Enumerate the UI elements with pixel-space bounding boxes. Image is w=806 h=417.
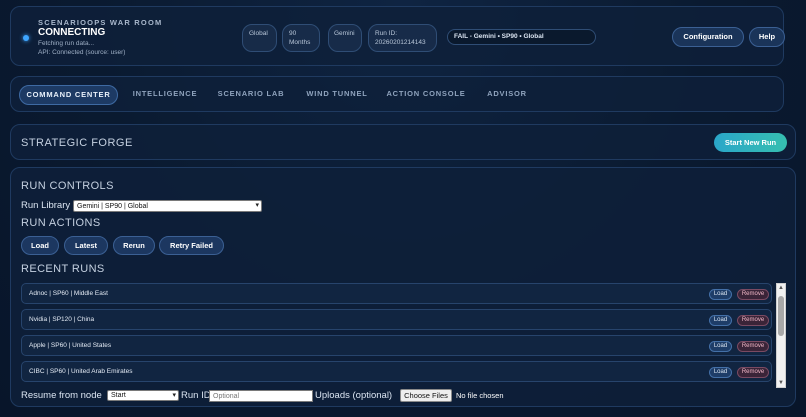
recent-run-row: Nvidia | SP120 | China Load Remove xyxy=(21,309,772,330)
help-button[interactable]: Help xyxy=(749,27,785,47)
api-status: API: Connected (source: user) xyxy=(38,49,126,56)
row-remove-button[interactable]: Remove xyxy=(737,367,769,378)
tab-scenario-lab[interactable]: SCENARIO LAB xyxy=(211,85,291,105)
scroll-down-icon[interactable]: ▼ xyxy=(777,379,785,387)
main-nav: COMMAND CENTER INTELLIGENCE SCENARIO LAB… xyxy=(10,76,784,112)
recent-run-row: Apple | SP60 | United States Load Remove xyxy=(21,335,772,356)
strategic-forge-panel: STRATEGIC FORGE Start New Run xyxy=(10,124,796,160)
recent-run-row: Adnoc | SP60 | Middle East Load Remove xyxy=(21,283,772,304)
load-button[interactable]: Load xyxy=(21,236,59,255)
model-value: Gemini xyxy=(334,30,355,37)
scope-value: Global xyxy=(249,30,268,37)
resume-node-select[interactable]: Start ▾ xyxy=(107,390,179,401)
chevron-down-icon: ▾ xyxy=(255,202,259,209)
tab-action-console[interactable]: ACTION CONSOLE xyxy=(381,85,471,105)
row-load-button[interactable]: Load xyxy=(709,315,732,326)
recent-run-row: CIBC | SP60 | United Arab Emirates Load … xyxy=(21,361,772,382)
connection-status-dot xyxy=(23,35,29,41)
configuration-button[interactable]: Configuration xyxy=(672,27,744,47)
resume-node-value: Start xyxy=(111,392,126,399)
run-library-label: Run Library xyxy=(21,200,71,211)
forge-title: STRATEGIC FORGE xyxy=(21,137,133,149)
tab-advisor[interactable]: ADVISOR xyxy=(481,85,533,105)
recent-runs-title: RECENT RUNS xyxy=(21,263,105,275)
recent-run-name: CIBC | SP60 | United Arab Emirates xyxy=(29,368,133,375)
choose-files-button[interactable]: Choose Files xyxy=(400,389,452,402)
scope-pill: Global xyxy=(242,24,277,52)
run-controls-panel: RUN CONTROLS Run Library Gemini | SP90 |… xyxy=(10,167,796,407)
model-pill: Gemini xyxy=(328,24,362,52)
latest-button[interactable]: Latest xyxy=(64,236,108,255)
chevron-down-icon: ▾ xyxy=(172,392,176,399)
run-id-input[interactable]: Optional xyxy=(209,390,313,402)
row-load-button[interactable]: Load xyxy=(709,341,732,352)
scroll-thumb[interactable] xyxy=(778,296,784,336)
run-library-value: Gemini | SP90 | Global xyxy=(77,203,148,210)
row-load-button[interactable]: Load xyxy=(709,289,732,300)
recent-run-name: Adnoc | SP60 | Middle East xyxy=(29,290,108,297)
recent-run-name: Apple | SP60 | United States xyxy=(29,342,112,349)
uploads-label: Uploads (optional) xyxy=(315,390,393,401)
app-kicker: SCENARIOOPS WAR ROOM xyxy=(38,18,163,27)
row-remove-button[interactable]: Remove xyxy=(737,289,769,300)
start-new-run-button[interactable]: Start New Run xyxy=(714,133,787,152)
tab-command-center[interactable]: COMMAND CENTER xyxy=(19,85,118,105)
horizon-pill: 90 Months xyxy=(282,24,320,52)
recent-runs-scrollbar[interactable]: ▲ ▼ xyxy=(776,283,786,388)
run-id-label: Run ID xyxy=(181,390,211,401)
retry-failed-button[interactable]: Retry Failed xyxy=(159,236,224,255)
resume-from-node-label: Resume from node xyxy=(21,390,102,401)
row-remove-button[interactable]: Remove xyxy=(737,315,769,326)
run-id-label: Run ID: xyxy=(375,30,398,37)
status-detail: Fetching run data... xyxy=(38,40,95,47)
scroll-up-icon[interactable]: ▲ xyxy=(777,284,785,292)
run-id-pill: Run ID: 20260201214143 xyxy=(368,24,437,52)
recent-run-name: Nvidia | SP120 | China xyxy=(29,316,95,323)
tab-intelligence[interactable]: INTELLIGENCE xyxy=(127,85,203,105)
connection-status: CONNECTING xyxy=(38,27,106,38)
run-summary: FAIL - Gemini • SP90 • Global xyxy=(447,29,596,45)
row-load-button[interactable]: Load xyxy=(709,367,732,378)
tab-wind-tunnel[interactable]: WIND TUNNEL xyxy=(299,85,375,105)
run-id-value: 20260201214143 xyxy=(375,39,426,46)
run-controls-title: RUN CONTROLS xyxy=(21,180,114,192)
run-library-select[interactable]: Gemini | SP90 | Global ▾ xyxy=(73,200,262,212)
horizon-value: 90 xyxy=(289,30,297,37)
horizon-unit: Months xyxy=(289,39,311,46)
row-remove-button[interactable]: Remove xyxy=(737,341,769,352)
app-header: SCENARIOOPS WAR ROOM CONNECTING Fetching… xyxy=(10,6,785,66)
run-actions-title: RUN ACTIONS xyxy=(21,217,101,229)
rerun-button[interactable]: Rerun xyxy=(113,236,155,255)
no-file-chosen-text: No file chosen xyxy=(456,391,504,400)
